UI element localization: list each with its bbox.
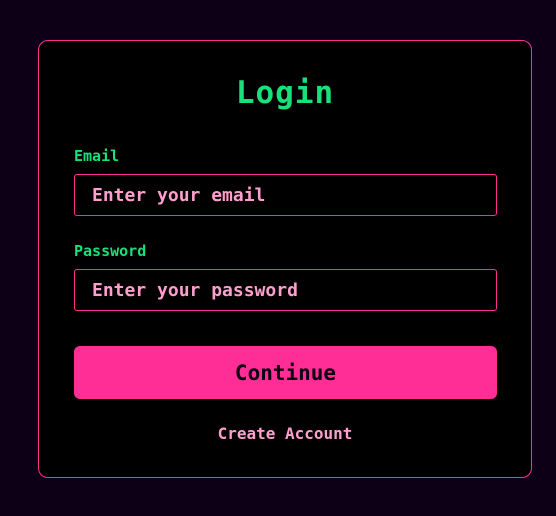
create-account-link[interactable]: Create Account [39, 425, 531, 443]
login-title: Login [235, 75, 335, 111]
email-field[interactable] [74, 174, 497, 216]
password-label: Password [74, 242, 147, 260]
email-label: Email [74, 147, 120, 165]
password-field[interactable] [74, 269, 497, 311]
continue-button[interactable]: Continue [74, 346, 497, 399]
login-card: Login Email Password Continue Create Acc… [38, 40, 532, 478]
